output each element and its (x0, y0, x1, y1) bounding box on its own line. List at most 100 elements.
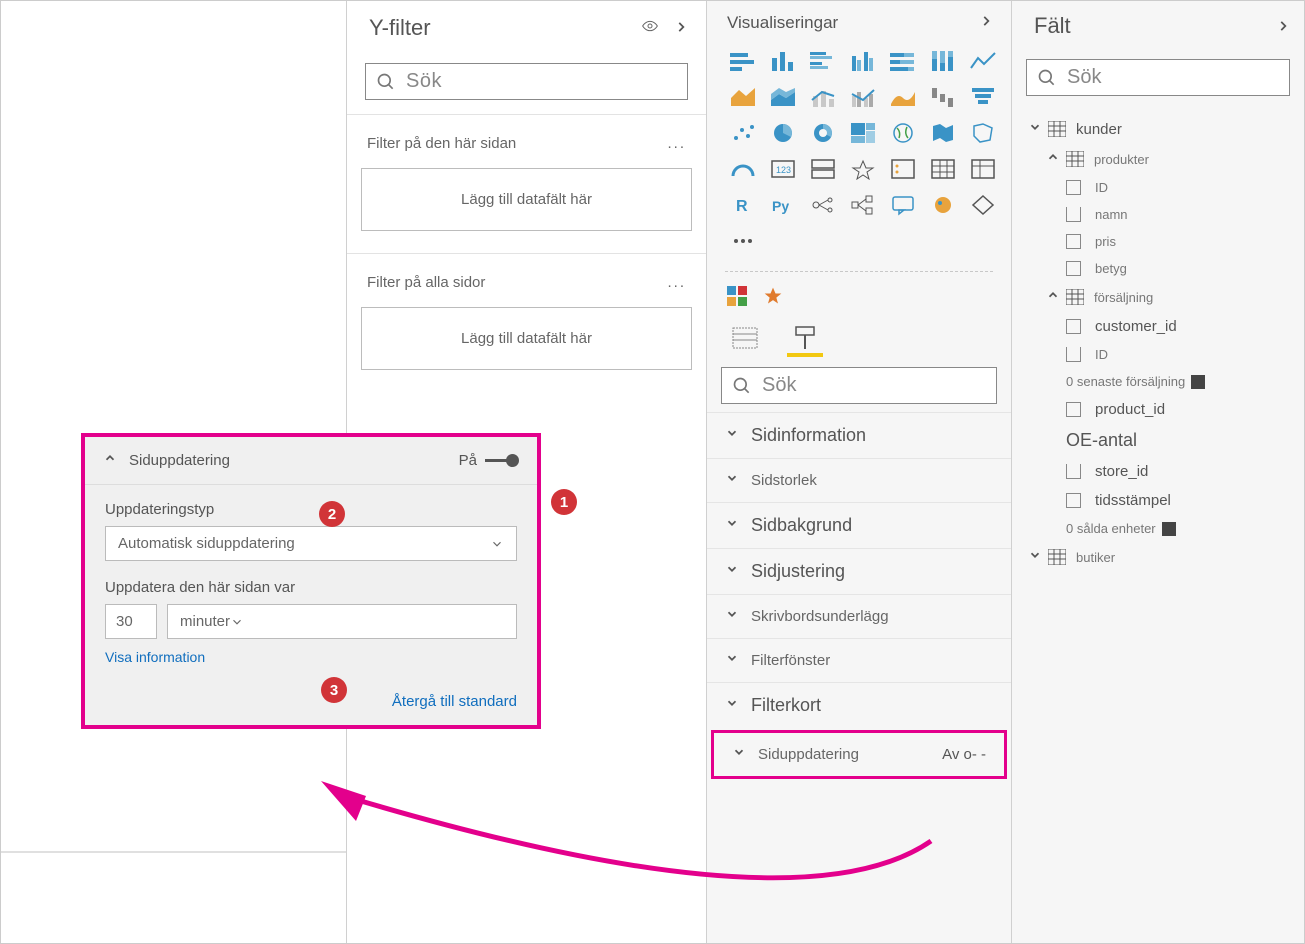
refresh-type-select[interactable]: Automatisk siduppdatering (105, 526, 517, 561)
viz-donut-icon[interactable] (807, 119, 839, 147)
field-oe-antal[interactable]: OE-antal (1026, 424, 1290, 457)
viz-clustered-bar-icon[interactable] (807, 47, 839, 75)
chevron-right-icon[interactable] (979, 13, 993, 33)
viz-100-stacked-bar-icon[interactable] (887, 47, 919, 75)
filters-search[interactable]: Sök (365, 63, 688, 100)
checkbox-icon[interactable] (1066, 319, 1081, 334)
fmt-page-size[interactable]: Sidstorlek (707, 458, 1011, 502)
viz-r-icon[interactable]: R (727, 191, 759, 219)
tab-format[interactable] (787, 323, 823, 357)
viz-pie-icon[interactable] (767, 119, 799, 147)
visualizations-pane: Visualiseringar 123 (706, 1, 1011, 943)
viz-waterfall-icon[interactable] (927, 83, 959, 111)
checkbox-icon[interactable] (1066, 261, 1081, 276)
chevron-down-icon (725, 426, 739, 445)
viz-more-icon[interactable] (727, 227, 759, 255)
viz-stacked-column-icon[interactable] (767, 47, 799, 75)
fields-header: Fält (1012, 1, 1304, 49)
fmt-page-align[interactable]: Sidjustering (707, 548, 1011, 594)
viz-decomposition-tree-icon[interactable] (847, 191, 879, 219)
field-tidsstampel[interactable]: tidsstämpel (1026, 486, 1290, 515)
viz-map-icon[interactable] (887, 119, 919, 147)
interval-value-input[interactable]: 30 (105, 604, 157, 639)
viz-scatter-icon[interactable] (727, 119, 759, 147)
viz-ribbon-icon[interactable] (887, 83, 919, 111)
table-produkter[interactable]: produkter (1026, 144, 1290, 174)
viz-stacked-area-icon[interactable] (767, 83, 799, 111)
more-icon[interactable]: ... (667, 274, 686, 291)
viz-line-icon[interactable] (967, 47, 999, 75)
drill-icon[interactable] (727, 286, 749, 311)
fmt-wallpaper[interactable]: Skrivbordsunderlägg (707, 594, 1011, 638)
eye-icon[interactable] (640, 18, 660, 39)
checkbox-icon[interactable] (1066, 234, 1081, 249)
viz-100-stacked-column-icon[interactable] (927, 47, 959, 75)
field-senaste[interactable]: 0 senaste försäljning (1026, 368, 1290, 395)
viz-stacked-bar-icon[interactable] (727, 47, 759, 75)
field-produkter-id[interactable]: ID (1026, 174, 1290, 201)
interval-label: Uppdatera den här sidan var (105, 579, 517, 596)
field-produkter-pris[interactable]: pris (1026, 228, 1290, 255)
filter-section-page: Filter på den här sidan ... Lägg till da… (347, 114, 706, 253)
viz-tabs (707, 317, 1011, 357)
tab-fields[interactable] (727, 323, 763, 357)
filter-drop-page[interactable]: Lägg till datafält här (361, 168, 692, 231)
checkbox-icon[interactable] (1066, 347, 1081, 362)
viz-multi-row-card-icon[interactable] (807, 155, 839, 183)
viz-powerapps-icon[interactable] (967, 191, 999, 219)
chevron-up-icon[interactable] (103, 451, 117, 470)
viz-format-search[interactable]: Sök (721, 367, 997, 404)
star-icon[interactable] (763, 286, 783, 311)
viz-title: Visualiseringar (727, 13, 838, 33)
viz-python-icon[interactable]: Py (767, 191, 799, 219)
viz-matrix-icon[interactable] (967, 155, 999, 183)
viz-arcgis-icon[interactable] (927, 191, 959, 219)
viz-shape-map-icon[interactable] (967, 119, 999, 147)
table-butiker[interactable]: butiker (1026, 542, 1290, 572)
checkbox-icon[interactable] (1066, 464, 1081, 479)
chevron-right-icon[interactable] (674, 18, 688, 39)
viz-gauge-icon[interactable] (727, 155, 759, 183)
show-details-link[interactable]: Visa information (105, 649, 205, 665)
filter-drop-all[interactable]: Lägg till datafält här (361, 307, 692, 370)
fmt-filter-pane[interactable]: Filterfönster (707, 638, 1011, 682)
field-salda[interactable]: 0 sålda enheter (1026, 515, 1290, 542)
viz-funnel-icon[interactable] (967, 83, 999, 111)
fmt-page-refresh[interactable]: Siduppdatering Av o- - (711, 730, 1007, 779)
viz-area-icon[interactable] (727, 83, 759, 111)
table-kunder[interactable]: kunder (1026, 114, 1290, 144)
viz-treemap-icon[interactable] (847, 119, 879, 147)
reset-default-link[interactable]: Återgå till standard (392, 693, 517, 710)
viz-clustered-column-icon[interactable] (847, 47, 879, 75)
checkbox-icon[interactable] (1066, 493, 1081, 508)
fmt-filter-cards[interactable]: Filterkort (707, 682, 1011, 728)
viz-key-influencers-icon[interactable] (807, 191, 839, 219)
field-produkter-betyg[interactable]: betyg (1026, 255, 1290, 282)
fmt-page-bg[interactable]: Sidbakgrund (707, 502, 1011, 548)
interval-unit-select[interactable]: minuter (167, 604, 517, 639)
chevron-up-icon (1044, 150, 1062, 168)
viz-kpi-icon[interactable] (847, 155, 879, 183)
viz-qna-icon[interactable] (887, 191, 919, 219)
checkbox-icon[interactable] (1066, 180, 1081, 195)
fields-search[interactable]: Sök (1026, 59, 1290, 96)
more-icon[interactable]: ... (667, 135, 686, 152)
chevron-right-icon[interactable] (1276, 13, 1290, 39)
fmt-page-info[interactable]: Sidinformation (707, 412, 1011, 458)
field-customer-id[interactable]: customer_id (1026, 312, 1290, 341)
viz-line-clustered-column-icon[interactable] (847, 83, 879, 111)
toggle-on[interactable] (485, 454, 519, 468)
checkbox-icon[interactable] (1066, 402, 1081, 417)
viz-table-icon[interactable] (927, 155, 959, 183)
viz-line-stacked-column-icon[interactable] (807, 83, 839, 111)
field-produkter-namn[interactable]: namn (1026, 201, 1290, 228)
svg-text:123: 123 (776, 165, 791, 175)
viz-slicer-icon[interactable] (887, 155, 919, 183)
field-id[interactable]: ID (1026, 341, 1290, 368)
viz-card-icon[interactable]: 123 (767, 155, 799, 183)
table-forsaljning[interactable]: försäljning (1026, 282, 1290, 312)
checkbox-icon[interactable] (1066, 207, 1081, 222)
field-store-id[interactable]: store_id (1026, 457, 1290, 486)
viz-filled-map-icon[interactable] (927, 119, 959, 147)
field-product-id[interactable]: product_id (1026, 395, 1290, 424)
